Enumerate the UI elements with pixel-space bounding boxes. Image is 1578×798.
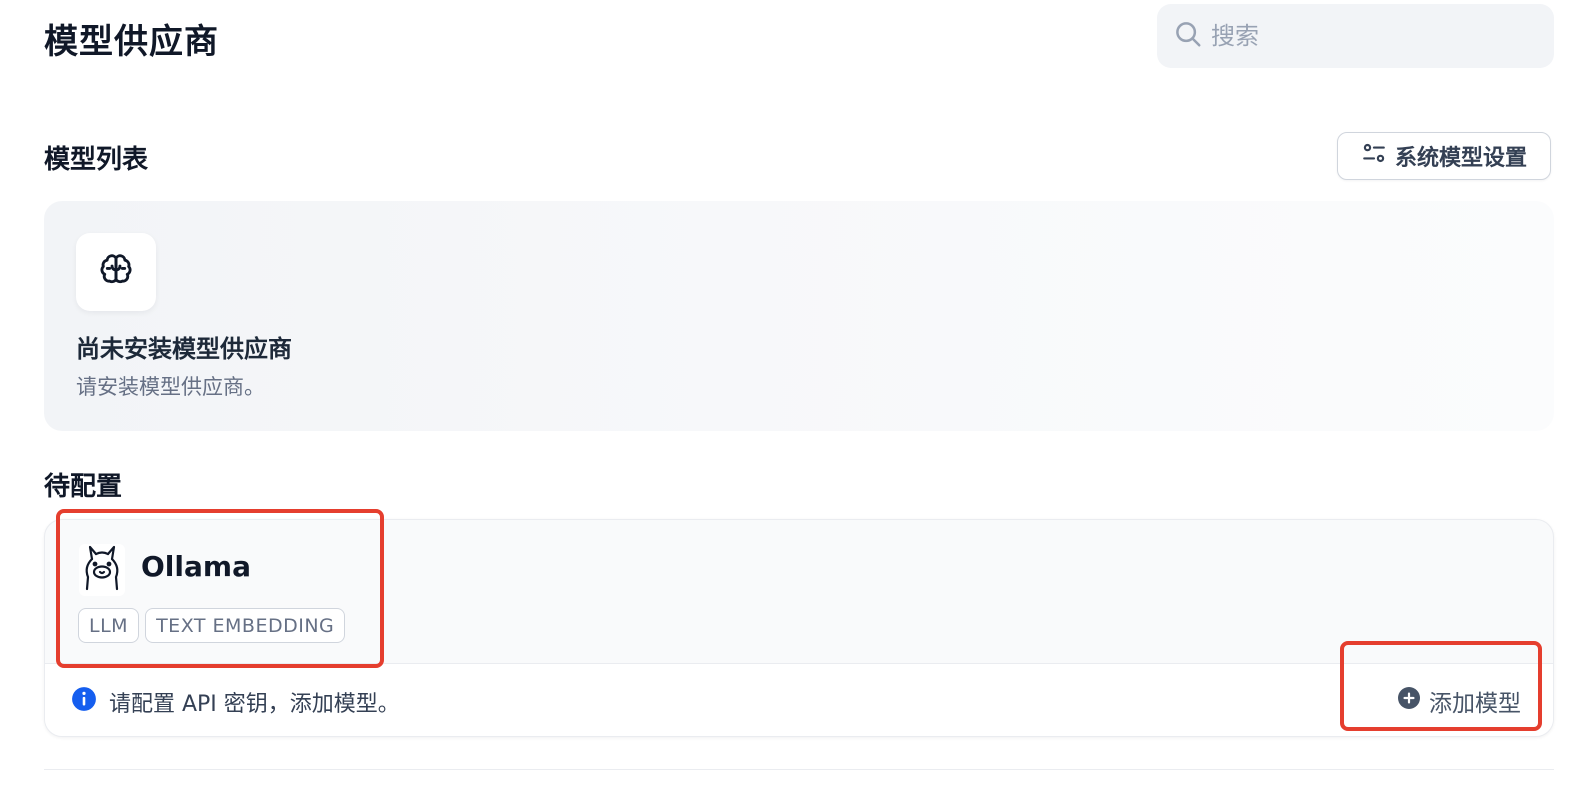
provider-card-footer: 请配置 API 密钥，添加模型。 添加模型 [45,664,1553,736]
search-icon [1173,19,1203,53]
plus-circle-icon [1397,686,1421,716]
add-model-label: 添加模型 [1429,691,1521,717]
system-model-settings-label: 系统模型设置 [1394,146,1527,171]
api-key-notice-text: 请配置 API 密钥，添加模型。 [109,692,400,717]
page-title: 模型供应商 [44,22,219,62]
llama-icon [80,543,124,597]
provider-card-ollama[interactable]: Ollama LLM TEXT EMBEDDING 请配置 API 密钥，添加模… [44,519,1554,737]
search-box[interactable] [1157,4,1554,68]
system-model-settings-button[interactable]: 系统模型设置 [1337,132,1551,180]
model-list-title: 模型列表 [44,145,149,175]
empty-icon-box [76,233,156,311]
add-model-button[interactable]: 添加模型 [1397,684,1521,718]
empty-providers-card: 尚未安装模型供应商 请安装模型供应商。 [44,201,1554,431]
info-icon [71,686,97,718]
provider-tags: LLM TEXT EMBEDDING [78,608,346,643]
empty-state-description: 请安装模型供应商。 [76,375,265,399]
tag-llm: LLM [78,608,140,643]
bottom-divider [44,769,1554,770]
provider-name: Ollama [141,550,251,583]
brain-icon [97,251,135,293]
search-input[interactable] [1211,22,1531,50]
tag-text-embedding: TEXT EMBEDDING [145,608,346,643]
sliders-icon [1361,140,1387,172]
empty-state-title: 尚未安装模型供应商 [76,335,292,363]
pending-title: 待配置 [44,472,123,502]
api-key-notice: 请配置 API 密钥，添加模型。 [71,686,400,718]
provider-logo [79,544,125,596]
